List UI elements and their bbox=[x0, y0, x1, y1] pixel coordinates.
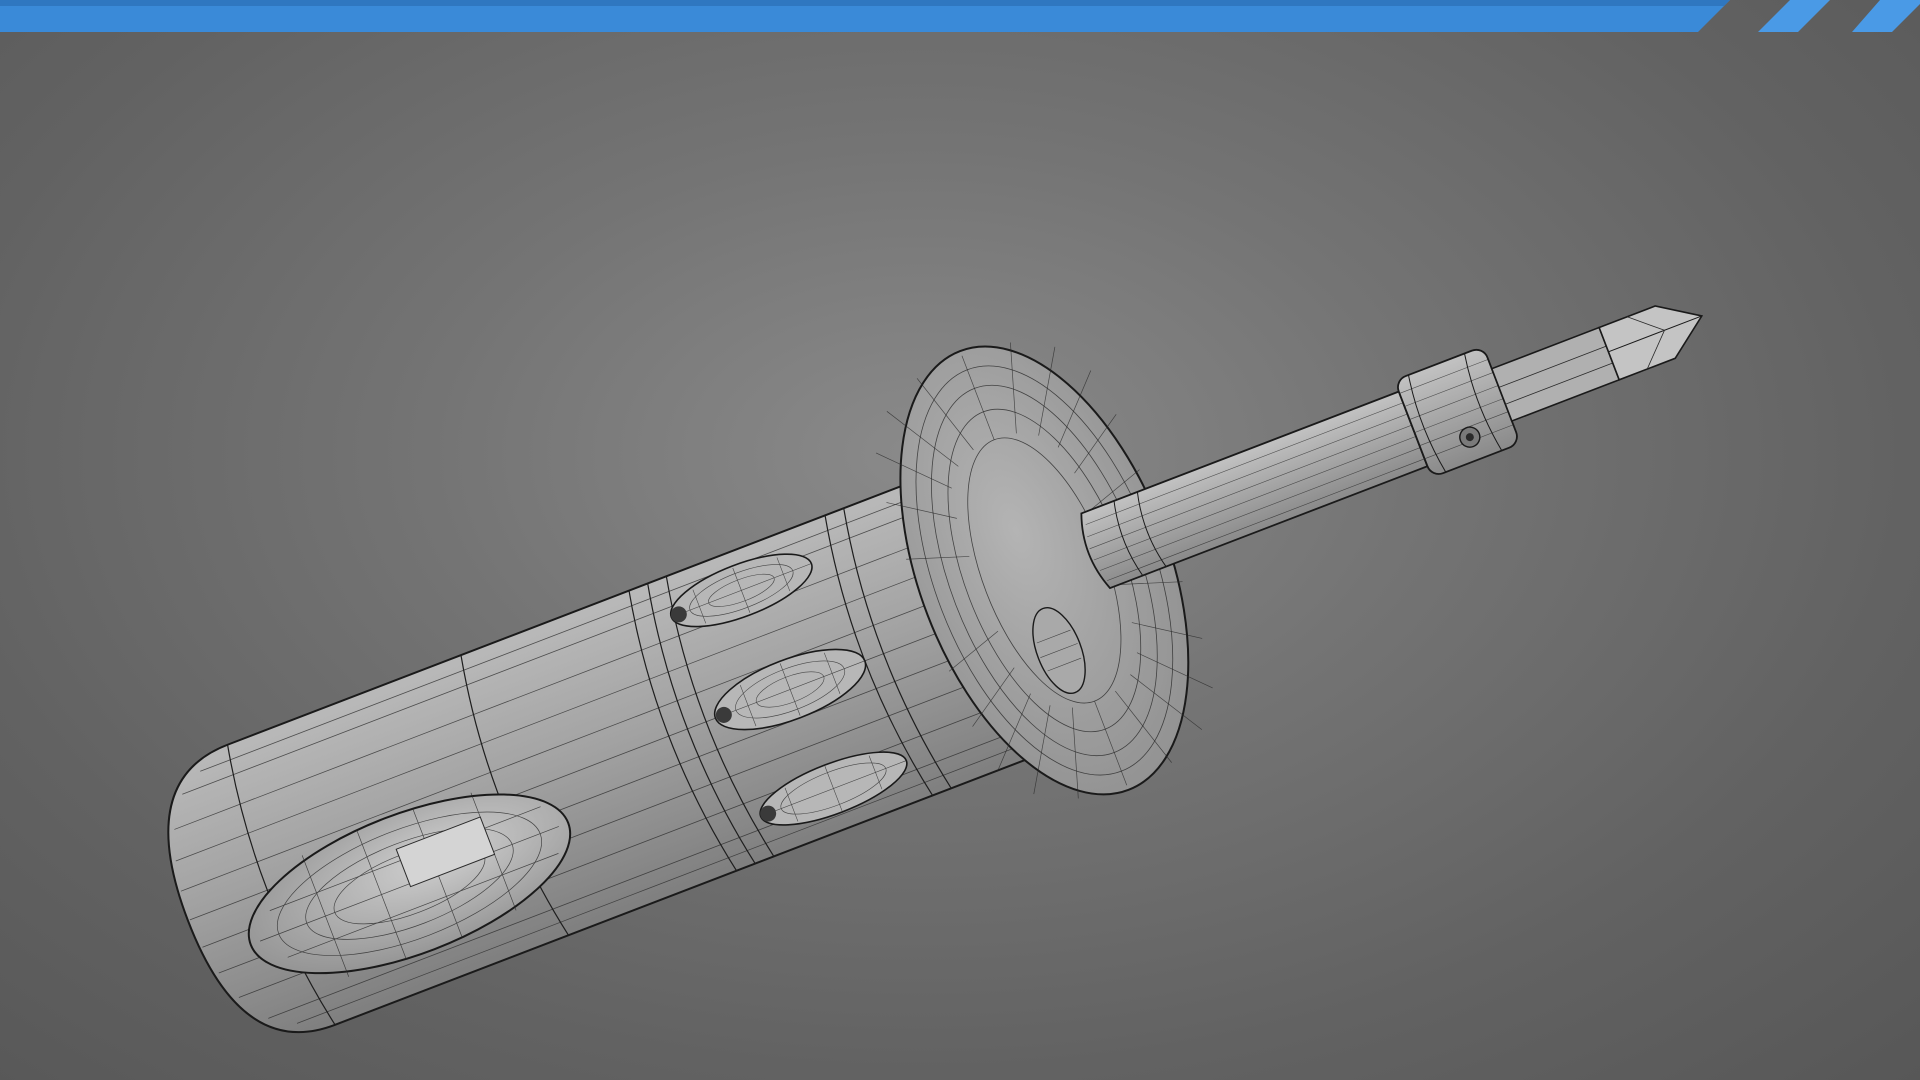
screwdriver-model[interactable] bbox=[97, 98, 1787, 1080]
viewport-canvas[interactable] bbox=[0, 0, 1920, 1080]
driver-bit[interactable] bbox=[1490, 292, 1713, 423]
model-viewport[interactable] bbox=[0, 0, 1920, 1080]
